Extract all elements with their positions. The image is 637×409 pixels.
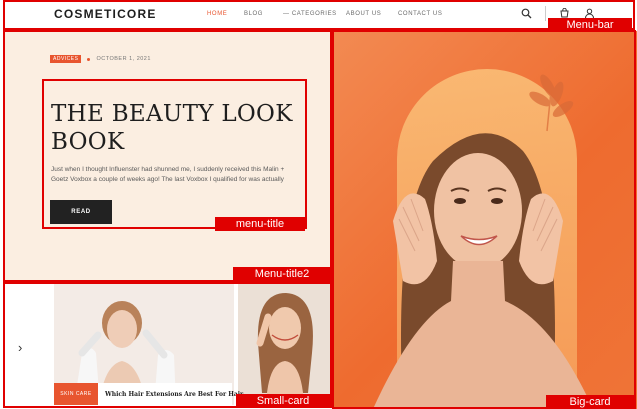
woman-skincare-image xyxy=(373,69,593,409)
hero-title[interactable]: THE BEAUTY LOOK BOOK xyxy=(51,100,321,156)
hero-meta: ADVICES OCTOBER 1, 2021 xyxy=(50,55,151,63)
post-date: OCTOBER 1, 2021 xyxy=(96,56,151,62)
annotation-menu-bar-label: Menu-bar xyxy=(548,18,632,32)
read-button[interactable]: READ xyxy=(50,200,112,224)
annotation-small-card-label: Small-card xyxy=(236,394,330,408)
category-tag[interactable]: ADVICES xyxy=(50,55,82,63)
site-logo[interactable]: COSMETICORE xyxy=(54,7,157,21)
big-card[interactable] xyxy=(333,31,637,409)
annotation-menu-title-label: menu-title xyxy=(215,217,305,231)
nav-about[interactable]: ABOUT US xyxy=(346,11,381,17)
nav-blog[interactable]: BLOG xyxy=(244,11,263,17)
card-title[interactable]: Which Hair Extensions Are Best For Hair xyxy=(105,391,243,398)
carousel-arrow[interactable]: › xyxy=(18,340,22,355)
nav-categories[interactable]: — CATEGORIES xyxy=(283,11,337,17)
card-image-2[interactable] xyxy=(238,283,330,405)
search-icon[interactable] xyxy=(521,8,532,19)
nav-categories-label: CATEGORIES xyxy=(291,11,337,17)
annotation-big-card-label: Big-card xyxy=(546,395,634,409)
navbar: COSMETICORE HOME BLOG — CATEGORIES ABOUT… xyxy=(0,0,637,29)
annotation-menu-title2-label: Menu-title2 xyxy=(233,267,331,281)
hero-excerpt: Just when I thought Influenster had shun… xyxy=(51,166,285,183)
card-category-tag[interactable]: SKIN CARE xyxy=(54,383,98,405)
nav-contact[interactable]: CONTACT US xyxy=(398,11,442,17)
nav-home[interactable]: HOME xyxy=(207,11,227,17)
categories-dash-icon: — xyxy=(283,11,292,17)
nav-divider xyxy=(545,6,546,21)
smiling-woman-image xyxy=(238,283,330,405)
meta-dot xyxy=(87,57,91,61)
